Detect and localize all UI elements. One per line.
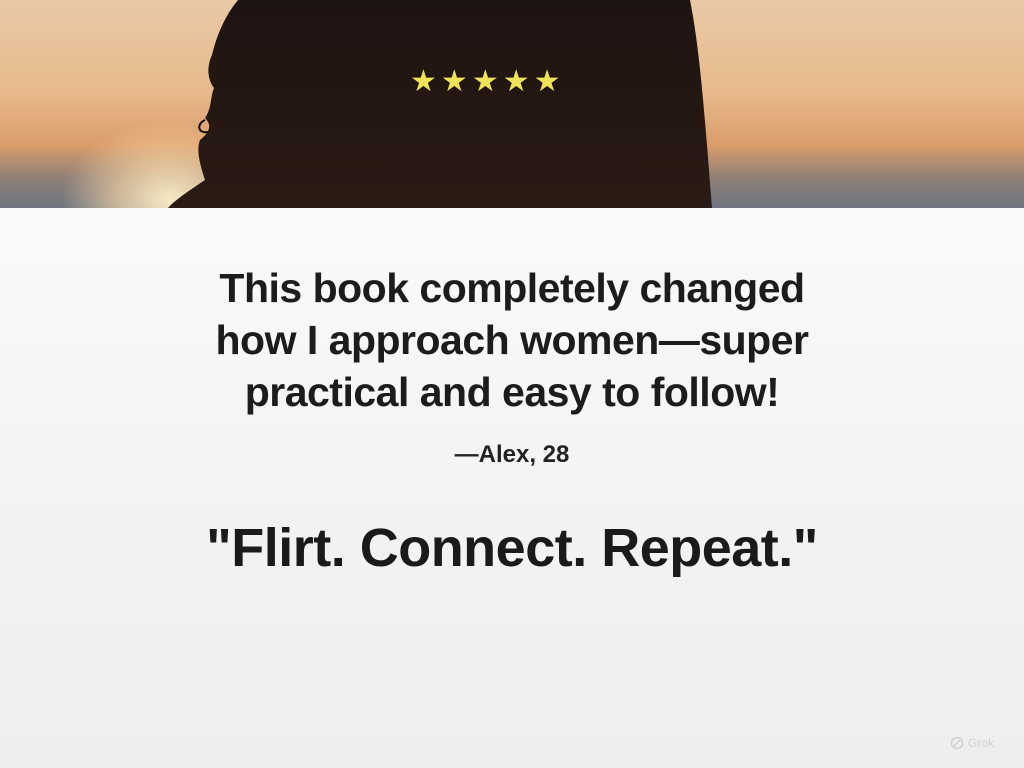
testimonial-quote: This book completely changed how I appro… [112,262,912,418]
star-icon: ★ [471,64,499,99]
woman-silhouette [168,0,712,208]
star-icon: ★ [410,64,437,99]
quote-line: This book completely changed [219,265,805,311]
grok-logo-icon [950,736,964,750]
watermark-text: Grok [968,736,995,750]
tagline: "Flirt. Connect. Repeat." [206,518,818,578]
star-rating: ★ ★ ★ ★ ★ [410,62,610,102]
quote-line: practical and easy to follow! [244,369,780,415]
watermark: Grok [950,732,1016,754]
testimonial-author: —Alex, 28 [454,441,570,468]
quote-line: how I approach women—super [215,317,809,363]
star-icon: ★ [502,64,530,99]
star-icon: ★ [440,64,468,99]
star-icon: ★ [533,64,561,99]
hero-image: ★ ★ ★ ★ ★ [0,0,1024,208]
